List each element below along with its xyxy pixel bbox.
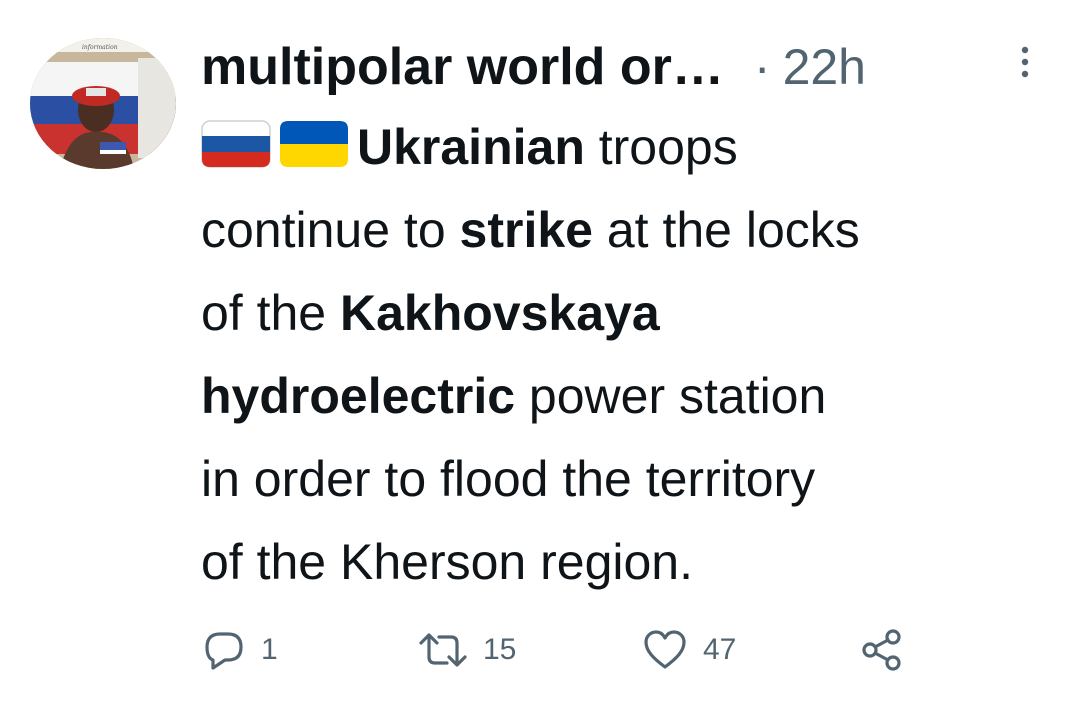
tweet-text-line: continue to strike at the locks: [201, 189, 1061, 272]
tweet-text-line: of the Kherson region.: [201, 521, 1061, 604]
tweet-actions: 1 15 47: [201, 622, 921, 678]
heart-icon: [644, 630, 686, 669]
retweet-button[interactable]: 15: [417, 622, 516, 678]
tweet-text-run: of the: [201, 285, 340, 341]
tweet-text-bold: hydroelectric: [201, 368, 516, 424]
tweet-text-bold: Ukrainian: [357, 119, 585, 175]
author-avatar[interactable]: information: [30, 38, 176, 169]
tweet-text-run: troops: [584, 119, 738, 175]
reply-icon: [205, 632, 243, 670]
ukraine-flag-icon: [279, 118, 349, 170]
retweet-count: 15: [483, 633, 517, 666]
share-icon: [862, 629, 901, 671]
tweet-text-run: in order to flood the territory: [201, 451, 816, 507]
russia-flag-icon: [201, 118, 271, 170]
profile-photo-icon: information: [30, 38, 176, 169]
tweet-text-run: of the Kherson region.: [201, 534, 693, 590]
more-vertical-icon[interactable]: [1018, 44, 1032, 80]
tweet-header: multipolar world or… · 22h: [201, 32, 1061, 102]
like-count: 47: [703, 633, 737, 666]
tweet-text-line: in order to flood the territory: [201, 438, 1061, 521]
author-display-name[interactable]: multipolar world or…: [201, 37, 724, 97]
tweet-text-bold: Kakhovskaya: [340, 285, 660, 341]
tweet-text: Ukrainian troops continue to strike at t…: [201, 106, 1061, 604]
tweet-text-run: continue to: [201, 202, 460, 258]
reply-button[interactable]: 1: [201, 622, 278, 678]
avatar-caption: information: [82, 44, 118, 51]
tweet-card[interactable]: information multipolar world or… · 22h U…: [0, 0, 1080, 701]
tweet-text-line: of the Kakhovskaya: [201, 272, 1061, 355]
retweet-icon: [419, 633, 467, 667]
reply-count: 1: [261, 633, 278, 666]
tweet-text-line: Ukrainian troops: [201, 106, 1061, 189]
like-button[interactable]: 47: [641, 622, 736, 678]
tweet-text-line: hydroelectric power station: [201, 355, 1061, 438]
tweet-text-run: power station: [515, 368, 827, 424]
share-button[interactable]: [859, 622, 905, 678]
header-separator: ·: [753, 39, 771, 95]
tweet-text-run: at the locks: [592, 202, 860, 258]
tweet-text-bold: strike: [459, 202, 593, 258]
tweet-timestamp[interactable]: 22h: [783, 38, 866, 96]
